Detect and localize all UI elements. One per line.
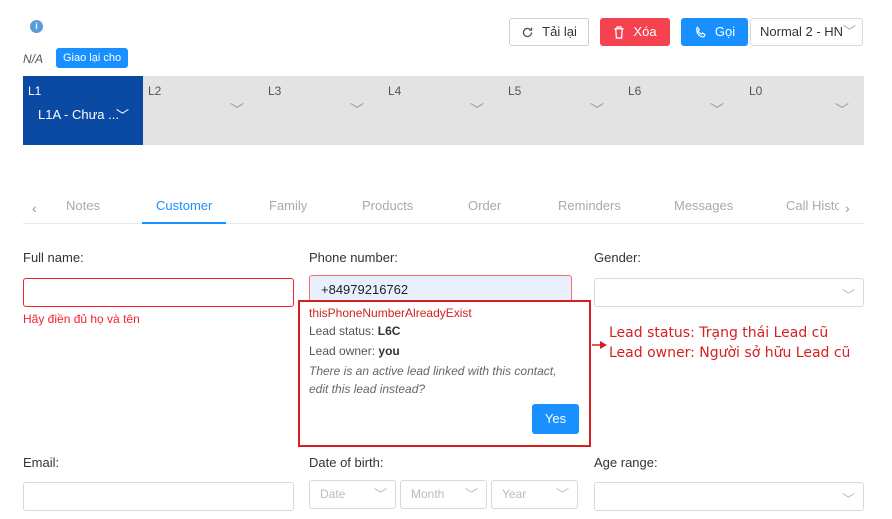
chevron-down-icon: ﹀ bbox=[470, 102, 484, 118]
chevron-down-icon: ﹀ bbox=[555, 487, 569, 502]
chevron-down-icon: ﹀ bbox=[464, 487, 478, 502]
reload-button[interactable]: Tải lại bbox=[509, 18, 589, 46]
tab-notes[interactable]: Notes bbox=[66, 198, 100, 213]
level-name: L3 bbox=[268, 84, 282, 98]
gender-select[interactable]: ﹀ bbox=[594, 278, 864, 307]
tab-order[interactable]: Order bbox=[468, 198, 501, 213]
chevron-down-icon: ﹀ bbox=[835, 102, 849, 118]
delete-label: Xóa bbox=[633, 24, 657, 39]
lead-owner-value: you bbox=[378, 344, 400, 358]
dob-month-placeholder: Month bbox=[411, 487, 445, 501]
chevron-down-icon: ﹀ bbox=[842, 24, 856, 39]
trash-icon bbox=[614, 25, 625, 39]
level-name: L0 bbox=[749, 84, 763, 98]
level-name: L6 bbox=[628, 84, 642, 98]
level-name: L2 bbox=[148, 84, 162, 98]
delete-button[interactable]: Xóa bbox=[600, 18, 670, 46]
tab-messages[interactable]: Messages bbox=[674, 198, 733, 213]
info-icon[interactable]: i bbox=[30, 20, 43, 33]
tab-products[interactable]: Products bbox=[362, 198, 413, 213]
lead-level-bar: L1 L1A - Chưa ... ﹀ L2 ﹀ L3 ﹀ L4 ﹀ L5 ﹀ … bbox=[23, 76, 864, 145]
full-name-input[interactable] bbox=[23, 278, 294, 307]
level-l1[interactable]: L1 L1A - Chưa ... ﹀ bbox=[23, 76, 143, 145]
chevron-down-icon: ﹀ bbox=[350, 102, 364, 118]
level-l0[interactable]: L0 ﹀ bbox=[743, 76, 864, 145]
chevron-left-icon[interactable]: ‹ bbox=[32, 200, 37, 216]
chevron-down-icon: ﹀ bbox=[590, 102, 604, 118]
tab-bar: ‹ Notes Customer Family Products Order R… bbox=[23, 190, 864, 224]
dob-date-placeholder: Date bbox=[320, 487, 346, 501]
active-tab-indicator bbox=[142, 222, 226, 224]
reload-label: Tải lại bbox=[542, 24, 577, 39]
level-value: L1A - Chưa ... bbox=[38, 107, 119, 122]
dob-year-placeholder: Year bbox=[502, 487, 527, 501]
lead-status-line: Lead status: L6C bbox=[309, 324, 400, 338]
reload-icon bbox=[522, 27, 533, 37]
age-range-select[interactable]: ﹀ bbox=[594, 482, 864, 511]
call-label: Gọi bbox=[714, 24, 736, 39]
assignee-na: N/A bbox=[23, 52, 44, 66]
popup-title: thisPhoneNumberAlreadyExist bbox=[309, 306, 472, 320]
level-name: L5 bbox=[508, 84, 522, 98]
level-name: L4 bbox=[388, 84, 402, 98]
level-name: L1 bbox=[28, 84, 42, 98]
chevron-down-icon: ﹀ bbox=[841, 288, 855, 303]
tab-reminders[interactable]: Reminders bbox=[558, 198, 621, 213]
tab-call-history[interactable]: Call Histo bbox=[786, 198, 839, 213]
dob-month-select[interactable]: Month ﹀ bbox=[400, 480, 487, 509]
annotation-lead-status: Lead status: Trạng thái Lead cũ bbox=[609, 325, 829, 341]
dob-date-select[interactable]: Date ﹀ bbox=[309, 480, 396, 509]
chevron-down-icon: ﹀ bbox=[841, 492, 855, 507]
popup-message: There is an active lead linked with this… bbox=[309, 364, 557, 396]
phone-input[interactable]: +84979216762 bbox=[309, 275, 572, 303]
chevron-down-icon: ﹀ bbox=[373, 487, 387, 502]
email-input[interactable] bbox=[23, 482, 294, 511]
queue-select-value: Normal 2 - HN bbox=[760, 24, 844, 39]
level-l6[interactable]: L6 ﹀ bbox=[623, 76, 743, 145]
phone-label: Phone number: bbox=[309, 250, 398, 265]
annotation-arrow-icon bbox=[592, 341, 607, 349]
annotation-lead-owner: Lead owner: Người sở hữu Lead cũ bbox=[609, 345, 851, 361]
lead-status-label: Lead status: bbox=[309, 324, 375, 338]
dob-year-select[interactable]: Year ﹀ bbox=[491, 480, 578, 509]
level-l2[interactable]: L2 ﹀ bbox=[143, 76, 263, 145]
chevron-right-icon[interactable]: › bbox=[845, 200, 850, 216]
level-l4[interactable]: L4 ﹀ bbox=[383, 76, 503, 145]
chevron-down-icon: ﹀ bbox=[116, 108, 130, 123]
queue-select[interactable]: Normal 2 - HN ﹀ bbox=[750, 18, 863, 46]
lead-status-value: L6C bbox=[377, 324, 401, 338]
gender-label: Gender: bbox=[594, 250, 641, 265]
phone-icon bbox=[696, 25, 706, 38]
lead-owner-label: Lead owner: bbox=[309, 344, 376, 358]
duplicate-phone-popup: thisPhoneNumberAlreadyExist Lead status:… bbox=[298, 300, 591, 447]
full-name-label: Full name: bbox=[23, 250, 84, 265]
email-label: Email: bbox=[23, 455, 60, 470]
call-button[interactable]: Gọi bbox=[681, 18, 748, 46]
chevron-down-icon: ﹀ bbox=[710, 102, 724, 118]
yes-button[interactable]: Yes bbox=[532, 404, 579, 434]
level-l3[interactable]: L3 ﹀ bbox=[263, 76, 383, 145]
full-name-error: Hãy điền đủ họ và tên bbox=[23, 312, 140, 326]
age-range-label: Age range: bbox=[594, 455, 658, 470]
lead-owner-line: Lead owner: you bbox=[309, 344, 400, 358]
dob-label: Date of birth: bbox=[309, 455, 384, 470]
chevron-down-icon: ﹀ bbox=[230, 102, 244, 118]
level-l5[interactable]: L5 ﹀ bbox=[503, 76, 623, 145]
tab-family[interactable]: Family bbox=[269, 198, 307, 213]
reassign-button[interactable]: Giao lại cho bbox=[56, 48, 129, 68]
tab-customer[interactable]: Customer bbox=[156, 198, 212, 213]
